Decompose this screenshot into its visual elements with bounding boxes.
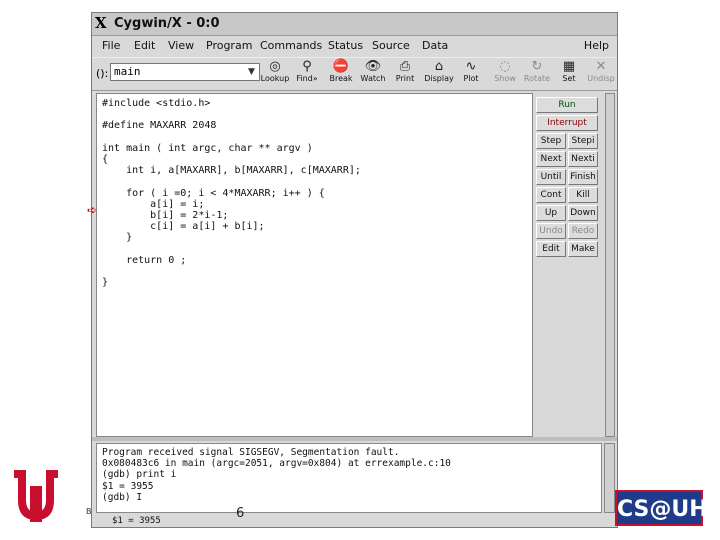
run-button[interactable]: Run — [536, 97, 598, 113]
lookup-button[interactable]: ◎ Lookup — [258, 60, 292, 88]
console-line: (gdb) print i — [102, 469, 177, 481]
console-output: Program received signal SIGSEGV, Segment… — [102, 447, 451, 503]
console-line: 0x080483c6 in main (argc=2051, argv=0x80… — [102, 458, 451, 470]
status-line: $1 = 3955 — [112, 516, 161, 526]
step-button[interactable]: Step — [536, 133, 566, 149]
arg-dropdown-icon[interactable]: ▼ — [248, 67, 255, 77]
source-line[interactable]: #define MAXARR 2048 — [102, 120, 361, 131]
ddd-window: X Cygwin/X - 0:0 File Edit View Program … — [87, 12, 618, 528]
source-line[interactable]: b[i] = 2*i-1; — [102, 210, 361, 221]
source-line[interactable]: { — [102, 154, 361, 165]
source-line[interactable]: } — [102, 277, 361, 288]
console-line: Program received signal SIGSEGV, Segment… — [102, 447, 400, 458]
lookup-icon: ◎ — [269, 59, 281, 74]
find-button[interactable]: ⚲ Find» — [290, 60, 324, 88]
undo-button[interactable]: Undo — [536, 223, 566, 239]
menu-data[interactable]: Data — [422, 39, 448, 53]
uh-logo — [12, 466, 60, 530]
source-line[interactable] — [102, 176, 361, 187]
execution-arrow-icon: ➪ — [87, 203, 98, 217]
title-bar[interactable]: X Cygwin/X - 0:0 — [92, 13, 617, 36]
break-button[interactable]: ⛔ Break — [324, 60, 358, 88]
toolbar: (): main ▼ ◎ Lookup ⚲ Find» ⛔ Break 👁 Wa… — [92, 57, 617, 91]
menu-view[interactable]: View — [168, 39, 194, 53]
console-line: (gdb) I — [102, 491, 143, 503]
menu-bar: File Edit View Program Commands Status S… — [92, 36, 617, 56]
rotate-icon: ↻ — [531, 59, 543, 74]
menu-edit[interactable]: Edit — [134, 39, 155, 53]
menu-commands[interactable]: Commands — [260, 39, 322, 53]
x-logo-icon: X — [95, 14, 107, 32]
argument-field[interactable]: main — [110, 63, 260, 81]
display-icon: ⌂ — [434, 59, 444, 74]
source-line[interactable]: } — [102, 232, 361, 243]
page-number: 6 — [236, 506, 245, 521]
console-scrollbar[interactable] — [604, 443, 615, 513]
print-button[interactable]: ⎙ Print — [388, 60, 422, 88]
interrupt-button[interactable]: Interrupt — [536, 115, 598, 131]
watch-button[interactable]: 👁 Watch — [356, 60, 390, 88]
source-window[interactable]: #include <stdio.h> #define MAXARR 2048 i… — [87, 93, 533, 437]
plot-icon: ∿ — [465, 59, 477, 74]
set-icon: ▦ — [562, 59, 576, 74]
undisplay-icon: ✕ — [595, 59, 607, 74]
window-title: Cygwin/X - 0:0 — [114, 16, 220, 31]
cont-button[interactable]: Cont — [536, 187, 566, 203]
source-line[interactable] — [102, 266, 361, 277]
source-line[interactable] — [102, 132, 361, 143]
finish-button[interactable]: Finish — [568, 169, 598, 185]
source-line[interactable]: #include <stdio.h> — [102, 98, 361, 109]
source-line[interactable]: return 0 ; — [102, 255, 361, 266]
console-line: $1 = 3955 — [102, 480, 154, 492]
source-line[interactable]: a[i] = i; — [102, 199, 361, 210]
rotate-button[interactable]: ↻ Rotate — [520, 60, 554, 88]
source-scrollbar[interactable] — [605, 93, 615, 437]
redo-button[interactable]: Redo — [568, 223, 598, 239]
nexti-button[interactable]: Nexti — [568, 151, 598, 167]
pane-separator[interactable] — [92, 437, 617, 441]
menu-file[interactable]: File — [102, 39, 120, 53]
source-line[interactable]: int main ( int argc, char ** argv ) — [102, 143, 361, 154]
menu-help[interactable]: Help — [584, 39, 609, 52]
undisplay-button[interactable]: ✕ Undisp — [584, 60, 618, 88]
set-button[interactable]: ▦ Set — [552, 60, 586, 88]
show-icon: ◌ — [499, 59, 511, 74]
plot-button[interactable]: ∿ Plot — [454, 60, 488, 88]
gdb-console[interactable]: Program received signal SIGSEGV, Segment… — [96, 443, 602, 513]
break-icon: ⛔ — [332, 59, 350, 74]
find-icon: ⚲ — [302, 59, 312, 74]
arg-label: (): — [96, 67, 109, 80]
display-button[interactable]: ⌂ Display — [422, 60, 456, 88]
down-button[interactable]: Down — [568, 205, 598, 221]
print-icon: ⎙ — [399, 59, 411, 74]
make-button[interactable]: Make — [568, 241, 598, 257]
show-button[interactable]: ◌ Show — [488, 60, 522, 88]
source-line[interactable]: c[i] = a[i] + b[i]; — [102, 221, 361, 232]
source-line[interactable] — [102, 244, 361, 255]
kill-button[interactable]: Kill — [568, 187, 598, 203]
edit-button[interactable]: Edit — [536, 241, 566, 257]
menu-source[interactable]: Source — [372, 39, 410, 53]
until-button[interactable]: Until — [536, 169, 566, 185]
menu-program[interactable]: Program — [206, 39, 252, 53]
source-line[interactable] — [102, 109, 361, 120]
source-line[interactable]: int i, a[MAXARR], b[MAXARR], c[MAXARR]; — [102, 165, 361, 176]
stepi-button[interactable]: Stepi — [568, 133, 598, 149]
source-line[interactable]: for ( i =0; i < 4*MAXARR; i++ ) { — [102, 188, 361, 199]
cs-uh-logo: CS@UH — [615, 490, 708, 526]
next-button[interactable]: Next — [536, 151, 566, 167]
menu-status[interactable]: Status — [328, 39, 363, 53]
up-button[interactable]: Up — [536, 205, 566, 221]
watch-icon: 👁 — [364, 59, 382, 74]
source-code: #include <stdio.h> #define MAXARR 2048 i… — [102, 98, 361, 288]
